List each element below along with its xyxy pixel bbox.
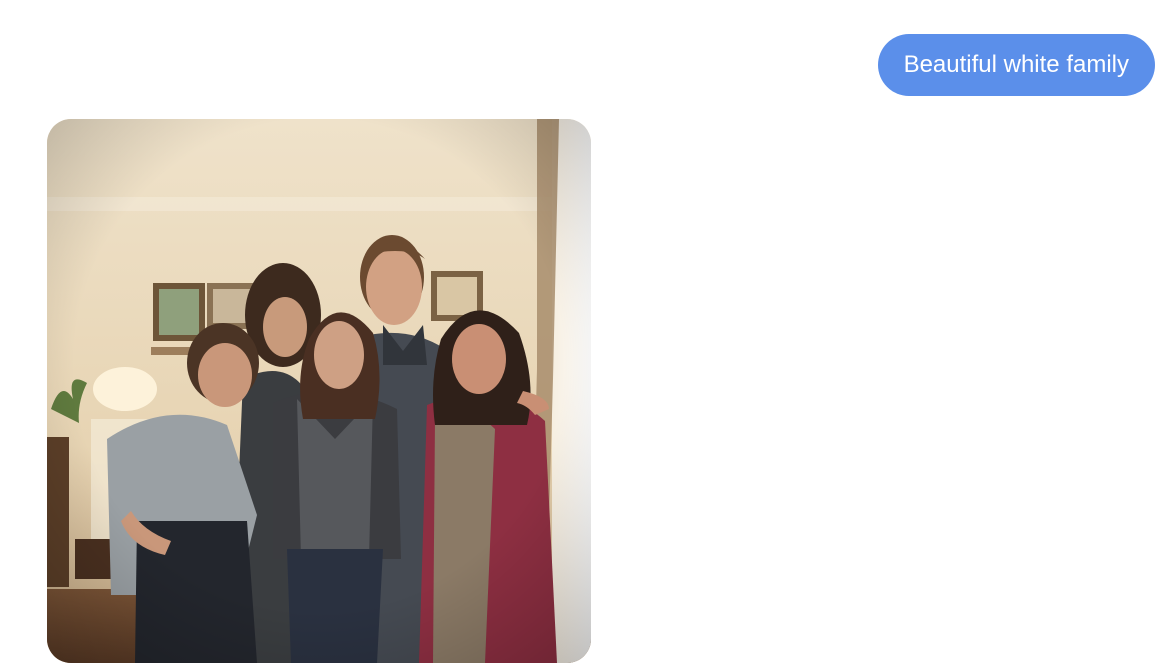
photo-vignette: [47, 119, 591, 663]
generated-image[interactable]: [47, 119, 591, 663]
user-message-bubble: Beautiful white family: [877, 34, 1155, 96]
family-photo-illustration: [47, 119, 591, 663]
chat-transcript: Beautiful white family: [0, 0, 1164, 668]
